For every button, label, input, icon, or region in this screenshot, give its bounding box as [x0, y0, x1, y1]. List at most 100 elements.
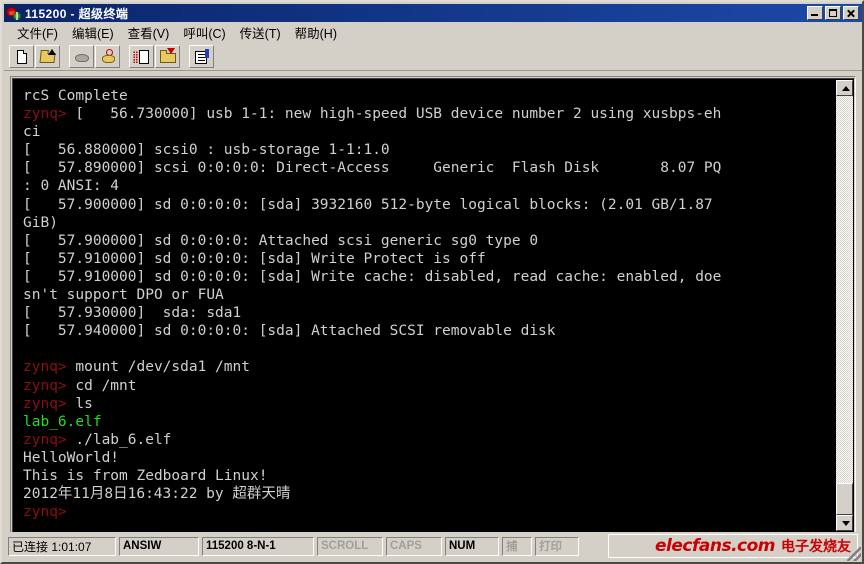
terminal-text-segment: : 0 ANSI: 4 — [23, 178, 120, 195]
close-button[interactable] — [843, 6, 859, 20]
hyperterminal-window: 115200 - 超级终端 文件(F) 编辑(E) 查看(V) 呼叫(C) 传送… — [0, 0, 864, 564]
terminal-text-segment: ls — [66, 395, 93, 412]
open-arrow-icon — [48, 49, 56, 55]
scroll-up-button[interactable] — [836, 80, 853, 96]
close-icon — [847, 9, 855, 18]
properties-button[interactable] — [189, 45, 214, 68]
open-connection-button[interactable] — [35, 45, 60, 68]
terminal-line: [ 57.900000] sd 0:0:0:0: [sda] 3932160 5… — [23, 196, 838, 214]
send-page-icon — [139, 50, 149, 64]
terminal-line: HelloWorld! — [23, 449, 838, 467]
terminal-text-segment: [ 57.930000] sda: sda1 — [23, 305, 242, 322]
terminal-line: [ 57.890000] scsi 0:0:0:0: Direct-Access… — [23, 159, 838, 177]
menu-item-edit[interactable]: 编辑(E) — [65, 21, 121, 44]
terminal-line: zynq> ./lab_6.elf — [23, 431, 838, 449]
terminal-line: : 0 ANSI: 4 — [23, 177, 838, 195]
status-caps-indicator: CAPS — [386, 536, 442, 556]
minimize-button[interactable] — [807, 6, 823, 20]
terminal-screen[interactable]: rcS Complete zynq> [ 56.730000] usb 1-1: … — [14, 80, 838, 531]
scrollbar-track[interactable] — [836, 96, 853, 515]
call-button[interactable] — [95, 45, 120, 68]
watermark-brand: elecfans.com — [655, 536, 775, 556]
toolbar-group-transfer — [129, 45, 181, 68]
menu-item-file[interactable]: 文件(F) — [10, 21, 65, 44]
terminal-line: ci — [23, 123, 838, 141]
status-port-settings: 115200 8-N-1 — [202, 536, 314, 556]
terminal-text-segment: zynq> — [23, 395, 67, 412]
terminal-text-segment: [ 57.890000] scsi 0:0:0:0: Direct-Access… — [23, 160, 722, 177]
terminal-line: zynq> mount /dev/sda1 /mnt — [23, 358, 838, 376]
terminal-text-segment: ci — [23, 124, 41, 141]
terminal-scrollbar[interactable] — [836, 80, 853, 531]
terminal-text-segment: 2012年11月8日16:43:22 by 超群天晴 — [23, 486, 291, 503]
send-file-button[interactable] — [129, 45, 154, 68]
terminal-text-segment: [ 57.900000] sd 0:0:0:0: [sda] 3932160 5… — [23, 196, 713, 213]
minimize-icon — [811, 14, 818, 16]
resize-grip[interactable] — [847, 547, 861, 561]
terminal-text-segment: sn't support DPO or FUA — [23, 287, 224, 304]
terminal-text-segment: This is from Zedboard Linux! — [23, 467, 268, 484]
terminal-text-segment: [ 57.940000] sd 0:0:0:0: [sda] Attached … — [23, 323, 556, 340]
terminal-text-segment: [ 56.880000] scsi0 : usb-storage 1-1:1.0 — [23, 142, 390, 159]
transfer-dots-icon — [133, 51, 138, 63]
status-print-indicator: 打印 — [535, 536, 579, 556]
terminal-line: [ 57.910000] sd 0:0:0:0: [sda] Write Pro… — [23, 250, 838, 268]
terminal-text-segment: zynq> — [23, 377, 67, 394]
toolbar — [4, 43, 862, 71]
maximize-button[interactable] — [825, 6, 841, 20]
terminal-text-segment: mount /dev/sda1 /mnt — [66, 359, 250, 376]
terminal-text-segment: ./lab_6.elf — [66, 431, 172, 448]
menu-item-view[interactable]: 查看(V) — [121, 21, 177, 44]
menu-item-help[interactable]: 帮助(H) — [288, 21, 344, 44]
terminal-line: sn't support DPO or FUA — [23, 286, 838, 304]
terminal-text-segment: cd /mnt — [66, 377, 137, 394]
status-scroll-indicator: SCROLL — [317, 536, 383, 556]
terminal-text-segment: rcS Complete — [23, 88, 128, 104]
terminal-line: [ 56.880000] scsi0 : usb-storage 1-1:1.0 — [23, 141, 838, 159]
disconnect-button[interactable] — [69, 45, 94, 68]
menu-item-transfer[interactable]: 传送(T) — [233, 21, 288, 44]
window-controls — [807, 6, 860, 20]
toolbar-group-call — [69, 45, 121, 68]
terminal-line: zynq> cd /mnt — [23, 377, 838, 395]
terminal-line: rcS Complete — [23, 87, 838, 105]
menu-bar: 文件(F) 编辑(E) 查看(V) 呼叫(C) 传送(T) 帮助(H) — [4, 22, 862, 43]
scrollbar-thumb[interactable] — [836, 483, 853, 515]
scroll-down-icon — [842, 521, 850, 526]
terminal-line: 2012年11月8日16:43:22 by 超群天晴 — [23, 485, 838, 503]
terminal-line: [ 57.930000] sda: sda1 — [23, 304, 838, 322]
terminal-text-segment: zynq> — [23, 504, 67, 521]
status-connection-time: 已连接 1:01:07 — [8, 536, 116, 556]
receive-file-button[interactable] — [155, 45, 180, 68]
modem-phone-icon — [6, 5, 22, 21]
status-emulation: ANSIW — [119, 536, 199, 556]
terminal-text-segment: [ 57.910000] sd 0:0:0:0: [sda] Write cac… — [23, 268, 722, 285]
toolbar-group-props — [189, 45, 215, 68]
status-capture-indicator: 捕 — [502, 536, 532, 556]
watermark: elecfans.com 电子发烧友 — [608, 534, 858, 558]
terminal-frame: rcS Complete zynq> [ 56.730000] usb 1-1: … — [10, 76, 856, 534]
terminal-text-segment: zynq> — [23, 431, 67, 448]
watermark-subtitle: 电子发烧友 — [781, 539, 851, 555]
window-title: 115200 - 超级终端 — [25, 6, 129, 21]
phone-call-icon — [102, 55, 115, 63]
properties-mark-icon — [205, 49, 209, 58]
terminal-inner: rcS Complete zynq> [ 56.730000] usb 1-1: … — [12, 78, 855, 533]
receive-arrow-icon — [167, 48, 175, 54]
terminal-line: [ 57.910000] sd 0:0:0:0: [sda] Write cac… — [23, 268, 838, 286]
terminal-text-segment: [ 56.730000] usb 1-1: new high-speed USB… — [66, 106, 722, 123]
terminal-text-segment: HelloWorld! — [23, 449, 120, 466]
terminal-line: zynq> [ 56.730000] usb 1-1: new high-spe… — [23, 105, 838, 123]
new-connection-button[interactable] — [9, 45, 34, 68]
title-bar[interactable]: 115200 - 超级终端 — [4, 4, 862, 22]
new-page-icon — [17, 50, 27, 64]
scroll-down-button[interactable] — [836, 515, 853, 531]
status-num-indicator: NUM — [445, 536, 499, 556]
terminal-line: zynq> — [23, 503, 838, 521]
toolbar-group-file — [9, 45, 61, 68]
phone-hangup-icon — [75, 54, 89, 62]
terminal-text-segment: zynq> — [23, 106, 67, 123]
menu-item-call[interactable]: 呼叫(C) — [176, 21, 232, 44]
terminal-text-segment: lab_6.elf — [23, 413, 102, 430]
terminal-text-segment: [ 57.910000] sd 0:0:0:0: [sda] Write Pro… — [23, 250, 486, 267]
